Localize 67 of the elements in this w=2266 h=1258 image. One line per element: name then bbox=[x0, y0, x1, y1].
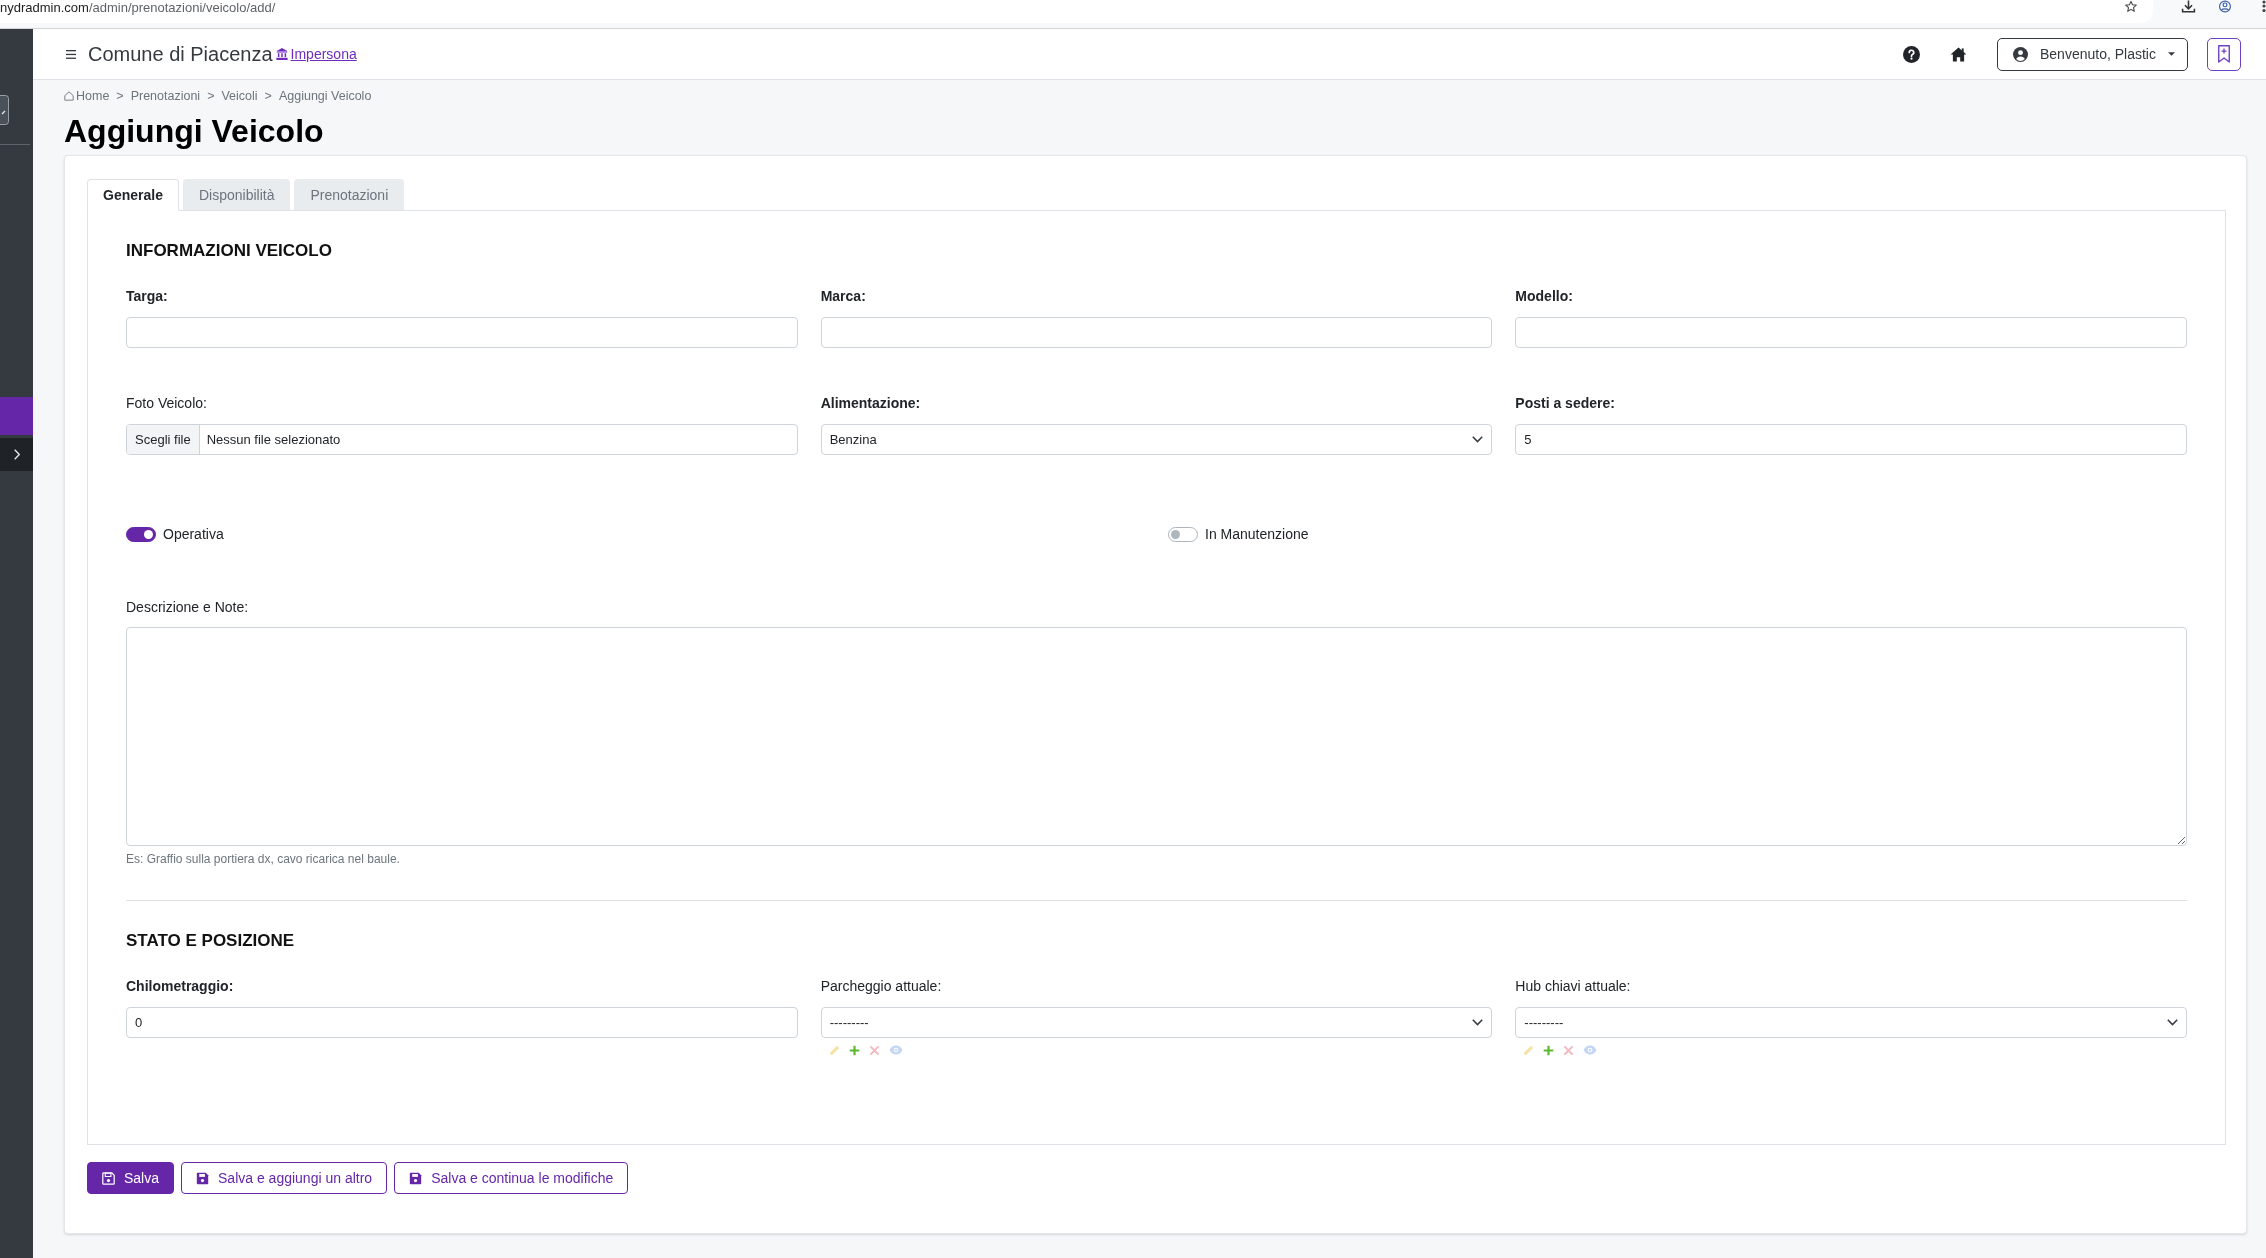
choose-file-button[interactable]: Scegli file bbox=[127, 425, 200, 454]
text-input[interactable]: 5 bbox=[1515, 424, 2187, 455]
field-label: Posti a sedere: bbox=[1515, 394, 1616, 413]
breadcrumb-current: Aggiungi Veicolo bbox=[278, 87, 372, 105]
toggle-switch[interactable] bbox=[126, 526, 156, 542]
file-status-text: Nessun file selezionato bbox=[205, 430, 342, 449]
dropdown[interactable]: --------- bbox=[820, 1007, 1493, 1038]
impersonate-link[interactable]: Impersona bbox=[275, 43, 357, 65]
caret-icon bbox=[2167, 52, 2175, 56]
breadcrumb-link[interactable]: Veicoli bbox=[221, 86, 258, 106]
breadcrumb-separator: > bbox=[207, 87, 215, 105]
text-input[interactable] bbox=[126, 317, 798, 348]
bookmark-button[interactable] bbox=[2207, 37, 2241, 71]
section-heading: INFORMAZIONI VEICOLO bbox=[126, 241, 333, 261]
plus-icon[interactable] bbox=[1543, 1044, 1555, 1056]
sidebar-expand-button[interactable] bbox=[0, 438, 33, 471]
save-button[interactable]: Salva e aggiungi un altro bbox=[181, 1162, 388, 1194]
file-picker[interactable]: Scegli file Nessun file selezionato bbox=[126, 424, 798, 455]
field-label: Targa: bbox=[126, 287, 169, 306]
section-heading: STATO E POSIZIONE bbox=[126, 931, 296, 951]
save-button[interactable]: Salva bbox=[87, 1162, 175, 1194]
field-label: Parcheggio attuale: bbox=[820, 977, 943, 996]
chevron-down-icon bbox=[1472, 1019, 1484, 1026]
toggle-label: In Manutenzione bbox=[1205, 524, 1309, 544]
more-icon[interactable] bbox=[2262, 0, 2266, 12]
breadcrumb-link[interactable]: Prenotazioni bbox=[130, 86, 201, 106]
save-button[interactable]: Salva e continua le modifiche bbox=[394, 1162, 629, 1194]
tab[interactable]: Generale bbox=[87, 179, 179, 211]
text-input[interactable] bbox=[1515, 317, 2187, 348]
tab[interactable]: Prenotazioni bbox=[294, 179, 405, 211]
text-input[interactable] bbox=[820, 317, 1493, 348]
field-label: Marca: bbox=[820, 287, 867, 306]
tab[interactable]: Disponibilità bbox=[182, 179, 291, 211]
field-label: Chilometraggio: bbox=[126, 977, 235, 996]
field-label: Descrizione e Note: bbox=[126, 598, 250, 617]
profile-icon[interactable] bbox=[2218, 0, 2232, 13]
toggle-switch[interactable] bbox=[1168, 526, 1198, 542]
star-icon[interactable] bbox=[2124, 0, 2138, 13]
help-text: Es: Graffio sulla portiera dx, cavo ricarica nel baule. bbox=[126, 852, 401, 866]
chevron-down-icon bbox=[2167, 1019, 2178, 1026]
field-label: Hub chiavi attuale: bbox=[1515, 977, 1632, 996]
dropdown[interactable]: Benzina bbox=[820, 424, 1493, 455]
page-title: Aggiungi Veicolo bbox=[64, 113, 325, 149]
field-label: Foto Veicolo: bbox=[126, 394, 208, 413]
menu-icon[interactable] bbox=[66, 49, 76, 59]
download-icon[interactable] bbox=[2181, 0, 2196, 13]
breadcrumb-separator: > bbox=[116, 87, 124, 105]
user-menu-button[interactable]: Benvenuto, Plastic bbox=[1997, 37, 2188, 71]
home-outline-icon bbox=[64, 91, 74, 101]
address-text[interactable]: nydradmin.com/admin/prenotazioni/veicolo/add/ bbox=[0, 0, 276, 16]
building-icon bbox=[275, 48, 288, 60]
breadcrumb-link[interactable]: Home bbox=[64, 86, 110, 106]
help-icon[interactable] bbox=[1903, 45, 1920, 63]
bookmark-plus-icon bbox=[2218, 45, 2230, 63]
chevron-right-icon bbox=[13, 449, 20, 460]
site-title: Comune di Piacenza bbox=[88, 42, 273, 67]
dropdown[interactable]: --------- bbox=[1515, 1007, 2187, 1038]
field-label: Alimentazione: bbox=[820, 394, 922, 413]
toggle-label: Operativa bbox=[163, 524, 224, 544]
home-icon[interactable] bbox=[1950, 46, 1967, 62]
field-label: Modello: bbox=[1515, 287, 1574, 306]
user-circle-icon bbox=[2013, 46, 2028, 62]
chevron-down-icon bbox=[1472, 436, 1484, 443]
breadcrumb-separator: > bbox=[264, 87, 272, 105]
plus-icon[interactable] bbox=[848, 1044, 860, 1056]
sidebar-handle-icon[interactable] bbox=[0, 95, 9, 125]
text-input[interactable]: 0 bbox=[126, 1007, 798, 1038]
